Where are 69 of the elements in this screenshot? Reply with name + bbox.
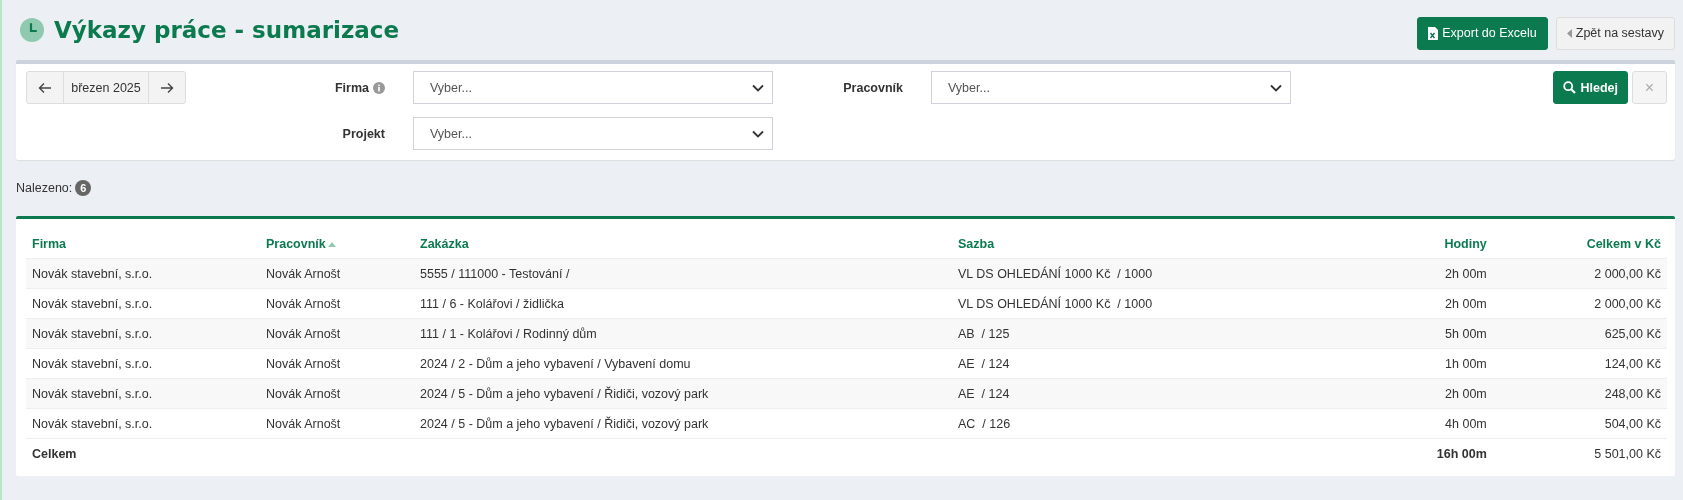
results-label: Nalezeno: (16, 181, 73, 195)
column-header[interactable]: Sazba (952, 231, 1368, 259)
search-icon (1563, 81, 1577, 94)
table-cell: 111 / 6 - Kolářovi / židlička (414, 288, 952, 319)
table-cell: Novák Arnošt (260, 258, 414, 289)
chevron-icon (1270, 83, 1282, 92)
table-cell: AE / 124 (952, 378, 1368, 409)
dropdown[interactable]: Vyber... (413, 71, 773, 104)
right-arrow-icon (160, 81, 174, 94)
table-cell: 5h 00m (1367, 318, 1493, 349)
sort-icon (327, 242, 336, 248)
column-header[interactable]: Hodiny (1367, 231, 1493, 259)
table-cell: 248,00 Kč (1492, 378, 1667, 409)
export-button[interactable]: Export do Excelu (1417, 16, 1548, 50)
search-button[interactable]: Hledej (1553, 71, 1628, 104)
table-cell: Novák Arnošt (260, 348, 414, 379)
table-cell: Novák stavební, s.r.o. (26, 408, 260, 439)
caret-icon (1566, 28, 1572, 38)
column-header[interactable]: Zakázka (414, 231, 952, 259)
table-cell: 625,00 Kč (1492, 318, 1667, 349)
column-header[interactable]: Pracovník (260, 231, 414, 259)
table-cell: 504,00 Kč (1492, 408, 1667, 439)
chevron-icon (752, 129, 764, 138)
field-label: Pracovník (843, 80, 903, 95)
total-amount: 5 501,00 Kč (1492, 438, 1667, 468)
table-cell: 1h 00m (1367, 348, 1493, 379)
table-cell: 2h 00m (1367, 378, 1493, 409)
month-label: březen 2025 (63, 72, 149, 103)
total-label: Celkem (26, 438, 260, 468)
table-cell: 2h 00m (1367, 258, 1493, 289)
table-cell: 2h 00m (1367, 288, 1493, 319)
dropdown[interactable]: Vyber... (413, 117, 773, 150)
table-cell: 2 000,00 Kč (1492, 288, 1667, 319)
table-cell: Novák stavební, s.r.o. (26, 288, 260, 319)
table-cell: 2024 / 2 - Dům a jeho vybavení / Vybavení domu (414, 348, 952, 379)
table-cell: 2 000,00 Kč (1492, 258, 1667, 289)
table-cell: Novák stavební, s.r.o. (26, 258, 260, 289)
clock-icon (20, 18, 44, 42)
chevron-icon (752, 83, 764, 92)
table-cell: 124,00 Kč (1492, 348, 1667, 379)
count-badge: 6 (75, 180, 92, 196)
table-cell: 4h 00m (1367, 408, 1493, 439)
spreadsheet-icon (1428, 26, 1439, 40)
table-cell: Novák stavební, s.r.o. (26, 348, 260, 379)
table-cell: Novák Arnošt (260, 318, 414, 349)
table-cell: 2024 / 5 - Dům a jeho vybavení / Řidiči, vozový park (414, 408, 952, 439)
table-cell: Novák Arnošt (260, 378, 414, 409)
total-hours: 16h 00m (1367, 438, 1493, 468)
table-cell: Novák stavební, s.r.o. (26, 378, 260, 409)
table-cell: AB / 125 (952, 318, 1368, 349)
table-cell: VL DS OHLEDÁNÍ 1000 Kč / 1000 (952, 288, 1368, 319)
table-cell: AC / 126 (952, 408, 1368, 439)
table-cell: 111 / 1 - Kolářovi / Rodinný dům (414, 318, 952, 349)
column-header[interactable]: Firma (26, 231, 260, 259)
table-cell: 2024 / 5 - Dům a jeho vybavení / Řidiči, vozový park (414, 378, 952, 409)
column-header[interactable]: Celkem v Kč (1492, 231, 1667, 259)
back-button[interactable]: Zpět na sestavy (1555, 16, 1675, 50)
dropdown[interactable]: Vyber... (931, 71, 1291, 104)
page-title: Výkazy práce - sumarizace (54, 17, 400, 43)
table-cell: 5555 / 111000 - Testování / (414, 258, 952, 289)
field-label: Firma (334, 80, 369, 95)
table-cell: Novák Arnošt (260, 408, 414, 439)
info-icon (373, 81, 385, 94)
table-cell: AE / 124 (952, 348, 1368, 379)
left-arrow-icon (38, 81, 52, 94)
table-cell: VL DS OHLEDÁNÍ 1000 Kč / 1000 (952, 258, 1368, 289)
table-cell: Novák Arnošt (260, 288, 414, 319)
field-label: Projekt (342, 126, 385, 141)
table-cell: Novák stavební, s.r.o. (26, 318, 260, 349)
